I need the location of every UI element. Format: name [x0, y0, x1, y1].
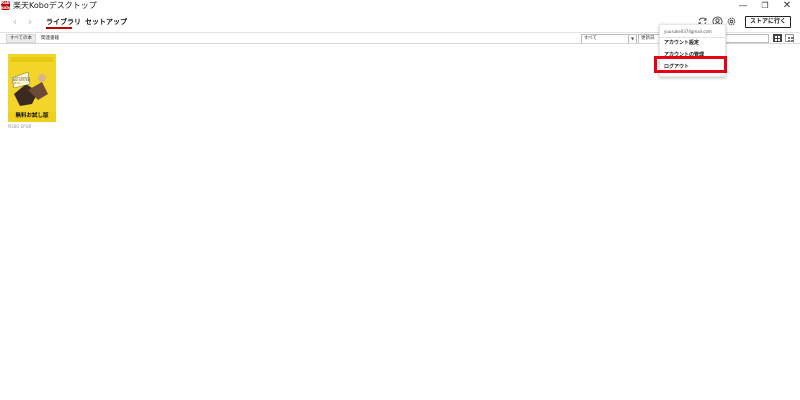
- menu-item-account-settings[interactable]: アカウント設定: [664, 40, 699, 47]
- tab-library[interactable]: ライブラリ: [46, 17, 81, 27]
- divider: [660, 37, 725, 38]
- title-bar: Rakuten kobo 楽天Koboデスクトップ — ❐ ✕: [0, 0, 800, 14]
- sort-select-value: 更新日: [641, 36, 655, 41]
- list-view-icon[interactable]: [785, 34, 794, 42]
- filter-select-value: すべて: [584, 36, 598, 41]
- all-books-button[interactable]: すべての本: [6, 34, 37, 43]
- forward-arrow-icon[interactable]: ›: [25, 16, 35, 28]
- purchased-books-button[interactable]: 関連書籍: [41, 34, 59, 43]
- back-arrow-icon[interactable]: ‹: [10, 16, 20, 28]
- book-cover-title: 無料お試し版: [15, 113, 49, 119]
- book-format-label: N1BO EPUB: [8, 124, 32, 129]
- book-cover-art: [8, 54, 56, 122]
- logout-highlight-box: [654, 56, 727, 73]
- close-button[interactable]: ✕: [776, 0, 798, 12]
- maximize-button[interactable]: ❐: [754, 0, 776, 12]
- gear-icon[interactable]: [726, 16, 737, 27]
- search-input[interactable]: [725, 34, 769, 43]
- grid-view-icon[interactable]: [773, 34, 782, 42]
- book-cover[interactable]: 1 年でご自分の 時間はこれから を変えていく 無料お試し版: [8, 54, 56, 122]
- minimize-button[interactable]: —: [732, 0, 754, 12]
- go-to-store-button[interactable]: ストアに行く: [745, 16, 791, 28]
- window-title: 楽天Koboデスクトップ: [13, 1, 97, 10]
- book-cover-caption: 1 年でご自分の 時間はこれから を変えていく: [13, 78, 30, 85]
- tab-setup[interactable]: セットアップ: [85, 17, 127, 27]
- active-tab-indicator: [46, 27, 72, 29]
- chevron-down-icon: ▼: [628, 35, 636, 43]
- account-email: yuusuke0374gmail.com: [664, 29, 712, 34]
- kobo-logo-icon: Rakuten kobo: [1, 1, 10, 10]
